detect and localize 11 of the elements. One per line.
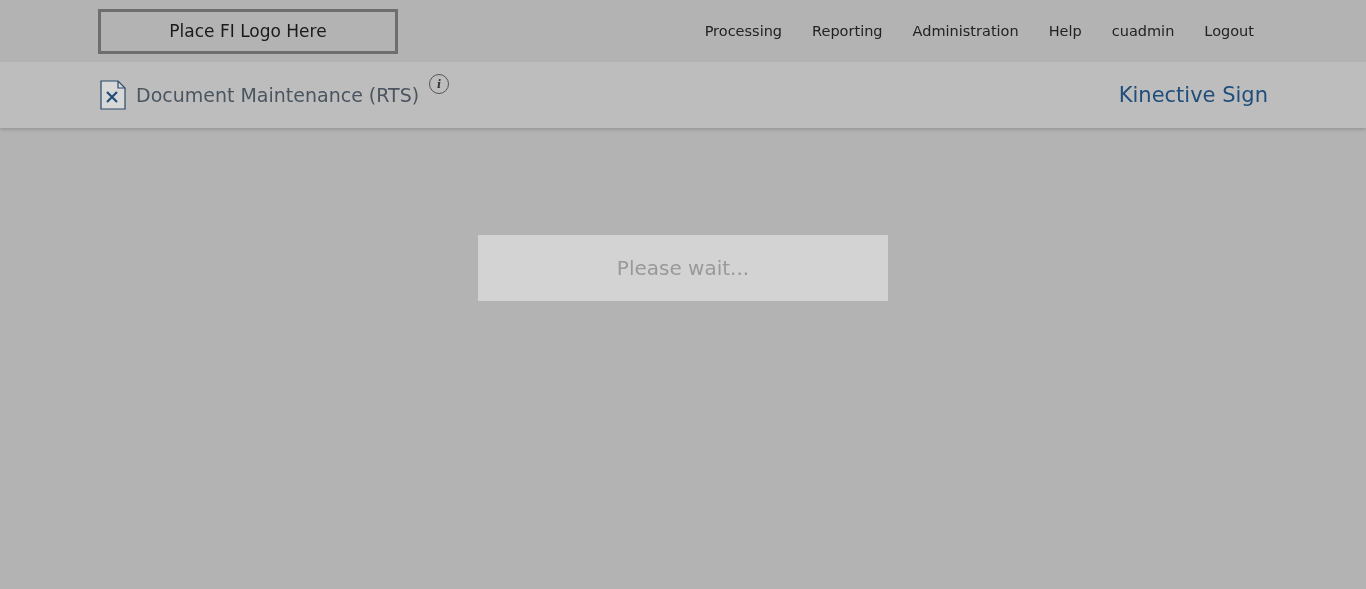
nav-link[interactable]: Processing: [704, 23, 783, 39]
page-title: Document Maintenance (RTS): [136, 84, 420, 106]
product-name: Kinective Sign: [1118, 83, 1268, 107]
nav-link[interactable]: Administration: [912, 23, 1019, 39]
nav-link[interactable]: Help: [1048, 23, 1082, 39]
loading-message: Please wait...: [478, 235, 888, 301]
logo-placeholder-text: Place FI Logo Here: [169, 21, 327, 41]
document-icon: [100, 80, 126, 110]
nav-link[interactable]: cuadmin: [1111, 23, 1175, 39]
nav-link[interactable]: Reporting: [812, 23, 883, 39]
nav-link[interactable]: Logout: [1204, 23, 1254, 39]
